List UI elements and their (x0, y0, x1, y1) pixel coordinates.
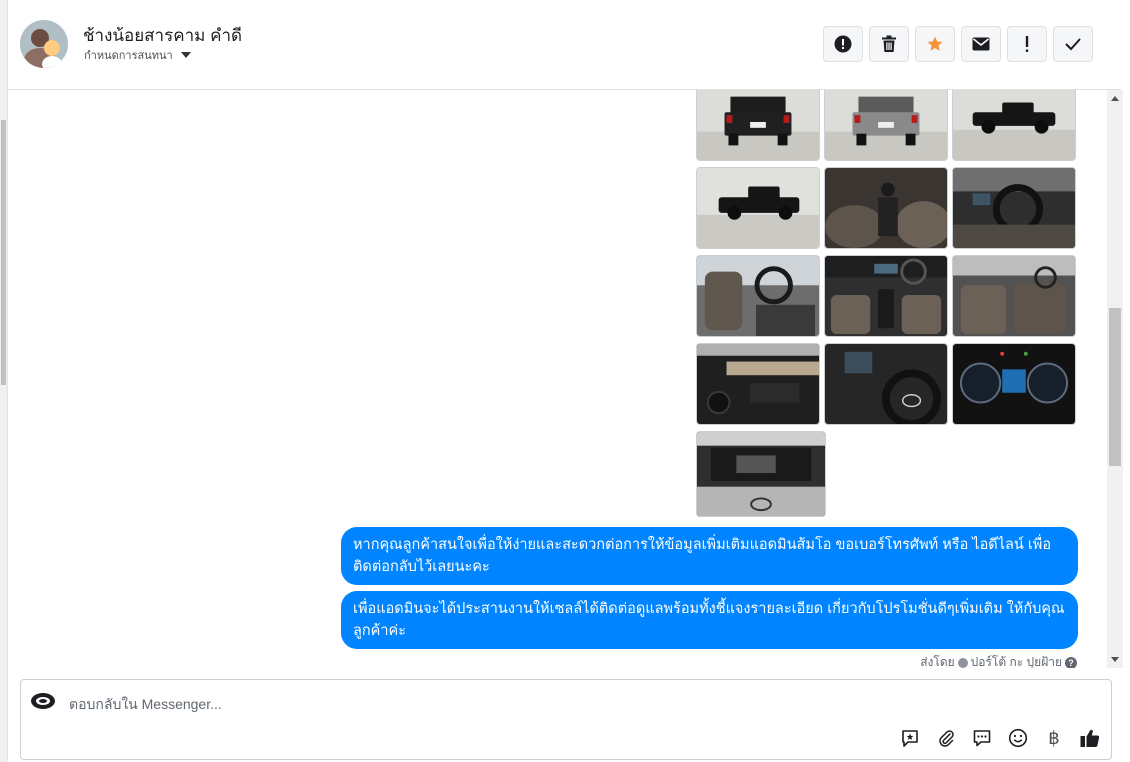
paperclip-icon (939, 730, 954, 747)
assign-conversation-dropdown[interactable]: กำหนดการสนทนา (84, 46, 191, 64)
payment-button[interactable]: ฿ (1043, 727, 1065, 749)
thread-scrollbar-thumb[interactable] (1109, 308, 1121, 466)
exclamation-icon (1025, 36, 1029, 52)
delete-button[interactable] (869, 26, 909, 62)
gear-shift-interior-photo[interactable] (824, 167, 948, 249)
alert-circle-icon (834, 35, 852, 53)
sent-by-name[interactable]: ปอร์โต้ กะ ปุยฝ้าย (971, 653, 1062, 668)
caret-down-icon (180, 52, 191, 58)
emoji-button[interactable] (1007, 727, 1029, 749)
like-button[interactable] (1079, 727, 1101, 749)
follow-up-button[interactable] (1007, 26, 1047, 62)
page-scrollbar[interactable] (0, 0, 8, 762)
sent-by-info: ส่งโดย ปอร์โต้ กะ ปุยฝ้าย ? (920, 653, 1077, 668)
assign-label: กำหนดการสนทนา (84, 50, 173, 62)
reply-composer: ฿ (20, 679, 1112, 760)
checkmark-icon (1065, 38, 1081, 51)
steering-wheel-closeup-photo[interactable] (824, 343, 948, 425)
instrument-cluster-photo[interactable] (952, 343, 1076, 425)
door-panel-photo[interactable] (696, 343, 820, 425)
scroll-up-arrow-icon[interactable] (1111, 96, 1119, 101)
contact-name: ช้างน้อยสารคาม คำดี (83, 26, 243, 45)
contact-avatar[interactable] (20, 20, 68, 68)
help-icon[interactable]: ? (1065, 656, 1077, 668)
saved-replies-button[interactable] (899, 727, 921, 749)
envelope-icon (972, 37, 990, 51)
pickup-side-black-2-photo[interactable] (696, 167, 820, 249)
thumbs-up-icon (1080, 729, 1100, 747)
trash-icon (882, 35, 896, 52)
baht-icon: ฿ (1048, 728, 1060, 748)
conversation-header: ช้างน้อยสารคาม คำดี กำหนดการสนทนา (8, 0, 1121, 90)
message-bubble[interactable]: หากคุณลูกค้าสนใจเพื่อให้ง่ายและสะดวกต่อก… (341, 527, 1078, 585)
mark-done-button[interactable] (1053, 26, 1093, 62)
thread-scrollbar[interactable] (1107, 90, 1123, 668)
reply-input[interactable] (67, 692, 771, 716)
engine-bay-photo[interactable] (696, 431, 826, 517)
verified-icon (957, 657, 968, 668)
scroll-down-arrow-icon[interactable] (1111, 657, 1119, 662)
interior-top-view-photo[interactable] (824, 255, 948, 337)
star-icon (927, 36, 943, 51)
front-seats-photo[interactable] (696, 255, 820, 337)
pickup-rear-silver-photo[interactable] (824, 90, 948, 161)
saved-reply-icon (902, 730, 918, 747)
mark-spam-button[interactable] (823, 26, 863, 62)
pickup-side-black-photo[interactable] (952, 90, 1076, 161)
message-thread: หากคุณลูกค้าสนใจเพื่อให้ง่ายและสะดวกต่อก… (8, 90, 1107, 668)
page-scrollbar-thumb[interactable] (1, 120, 6, 385)
rear-cabin-photo[interactable] (952, 255, 1076, 337)
star-button[interactable] (915, 26, 955, 62)
page-avatar-icon (31, 693, 55, 709)
chat-bubble-icon (973, 730, 991, 747)
pickup-rear-black-photo[interactable] (696, 90, 820, 161)
sent-by-prefix: ส่งโดย (920, 655, 955, 668)
mark-unread-button[interactable] (961, 26, 1001, 62)
smiley-icon (1008, 728, 1028, 748)
attach-file-button[interactable] (935, 727, 957, 749)
message-bubble[interactable]: เพื่อแอดมินจะได้ประสานงานให้เซลล์ได้ติดต… (341, 591, 1078, 649)
dashboard-steering-photo[interactable] (952, 167, 1076, 249)
chat-button[interactable] (971, 727, 993, 749)
